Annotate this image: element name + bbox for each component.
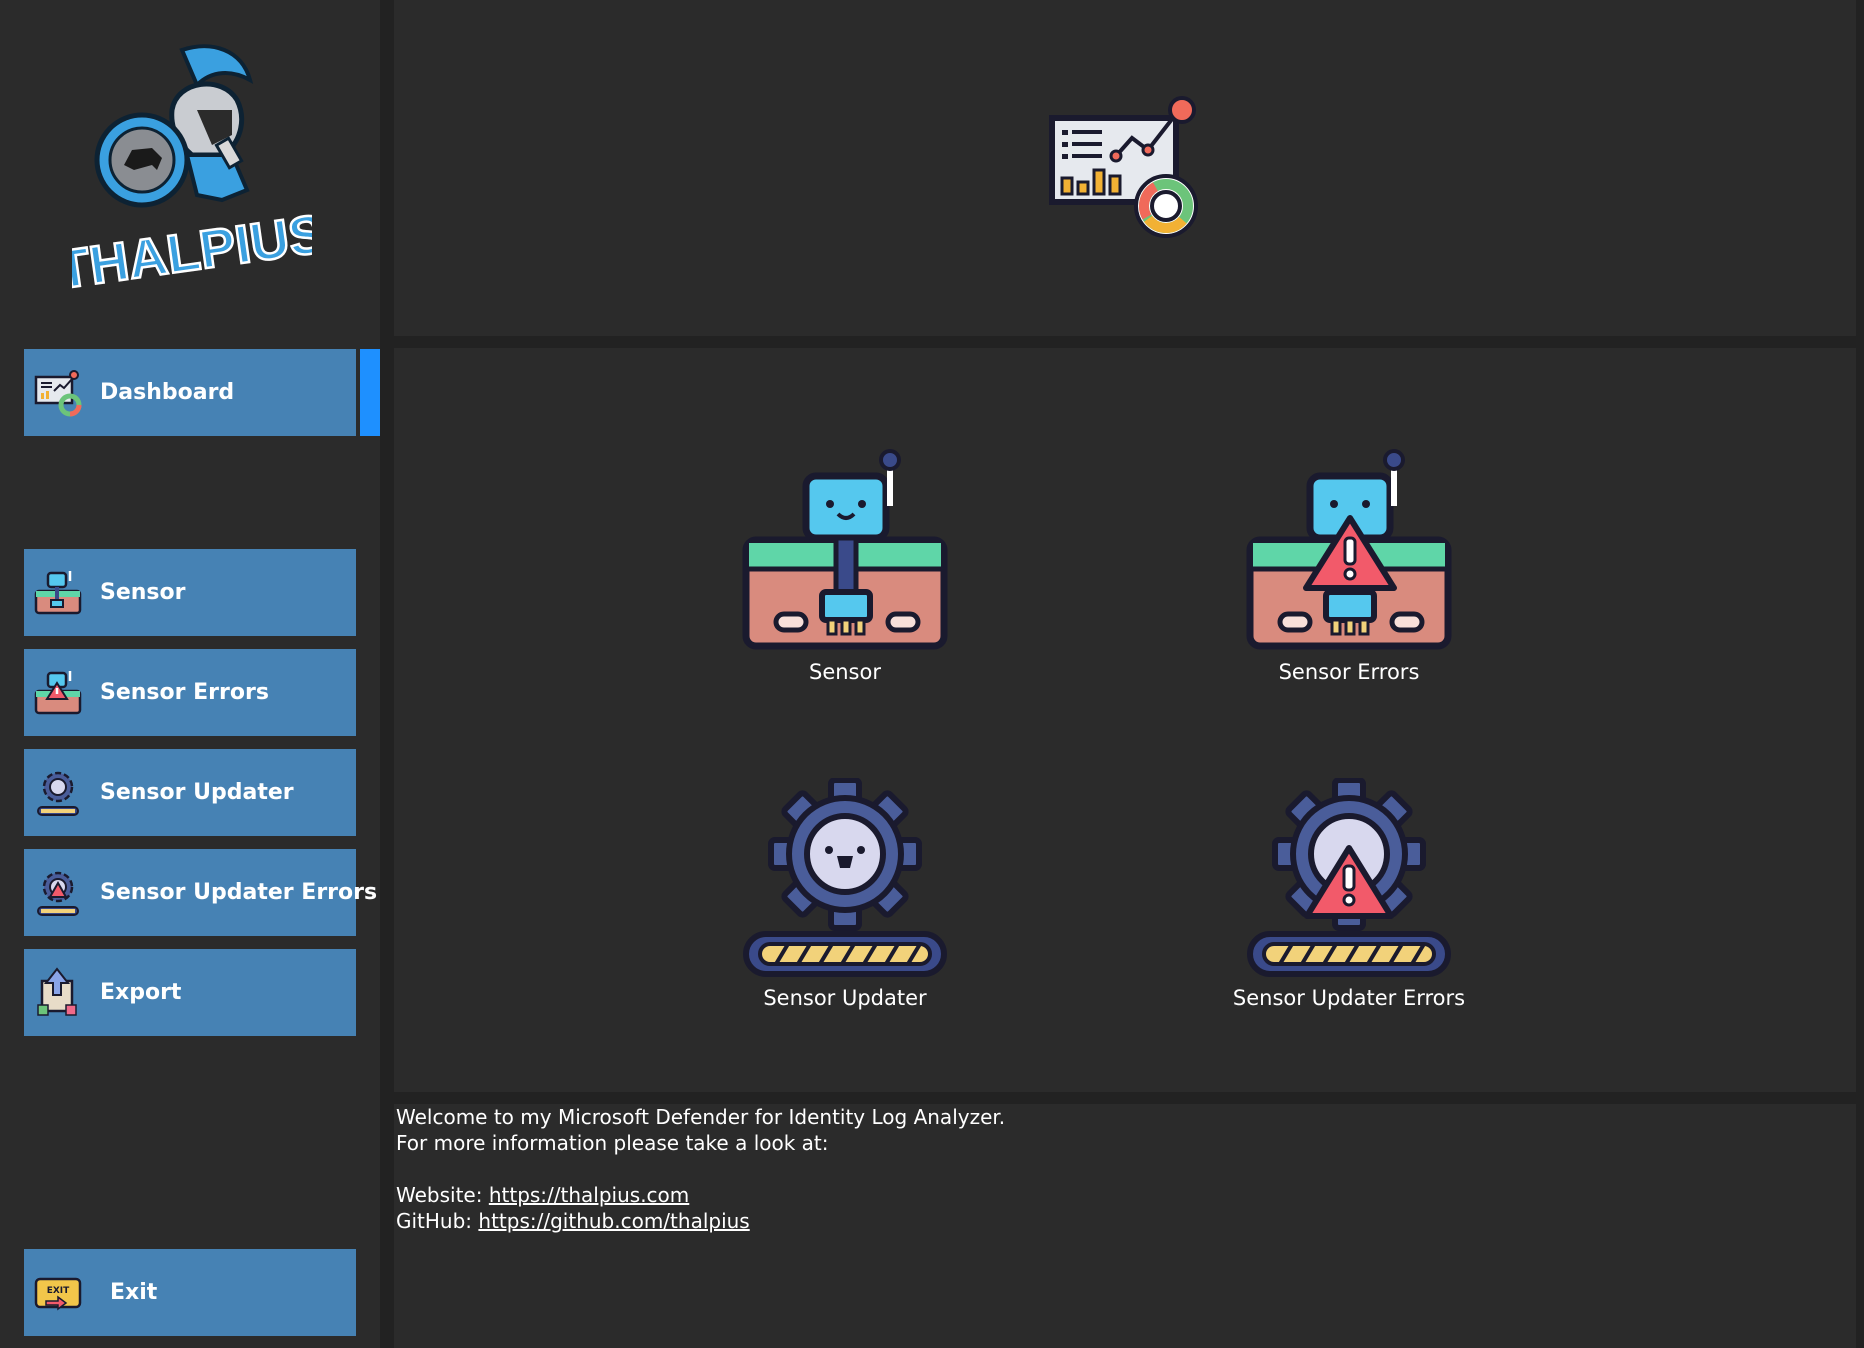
sidebar-item-label: Sensor Updater Errors [100, 880, 378, 905]
tile-sensor-updater-errors[interactable]: Sensor Updater Errors [1199, 778, 1499, 1010]
welcome-text: Welcome to my Microsoft Defender for Ide… [396, 1105, 1006, 1129]
sensor-robot-icon [742, 449, 948, 650]
gear-error-icon [37, 871, 79, 916]
analytics-dashboard-icon [1049, 96, 1198, 238]
dashboard-icon [34, 369, 82, 416]
sidebar-item-sensor-errors[interactable]: Sensor Errors [24, 649, 356, 736]
exit-button[interactable]: EXIT Exit [24, 1249, 356, 1336]
window-right-edge [1856, 0, 1864, 1348]
tile-label: Sensor Errors [1278, 660, 1420, 684]
sidebar-item-label: Sensor Updater [100, 780, 294, 805]
website-link[interactable]: https://thalpius.com [489, 1183, 689, 1207]
github-label: GitHub: [396, 1209, 479, 1233]
gear-icon [37, 771, 79, 816]
tiles-separator [394, 1092, 1864, 1104]
sidebar: THALPIUS Dashboard Sensor Sensor Errors … [0, 0, 380, 1348]
sidebar-item-sensor[interactable]: Sensor [24, 549, 356, 636]
tile-label: Sensor Updater [763, 986, 927, 1010]
active-indicator [360, 349, 380, 436]
sidebar-item-sensor-updater-errors[interactable]: Sensor Updater Errors [24, 849, 377, 936]
sensor-robot-icon [34, 570, 82, 614]
tile-sensor-errors[interactable]: Sensor Errors [1199, 446, 1499, 684]
tile-label: Sensor [809, 660, 881, 684]
github-link[interactable]: https://github.com/thalpius [478, 1209, 749, 1233]
gear-progress-error-icon [1247, 778, 1451, 977]
sensor-error-icon [34, 670, 82, 714]
thalpius-logo: THALPIUS [72, 44, 312, 302]
sidebar-item-label: Dashboard [100, 380, 235, 405]
more-info-text: For more information please take a look … [396, 1131, 829, 1155]
sidebar-item-export[interactable]: Export [24, 949, 356, 1036]
exit-label: Exit [110, 1280, 158, 1305]
exit-sign-icon: EXIT [34, 1277, 82, 1310]
tile-sensor-updater[interactable]: Sensor Updater [695, 778, 995, 1010]
tile-sensor[interactable]: Sensor [695, 446, 995, 684]
github-row: GitHub: https://github.com/thalpius [396, 1208, 1846, 1234]
tiles-panel [394, 348, 1856, 1092]
sidebar-divider [380, 0, 394, 1348]
sidebar-item-sensor-updater[interactable]: Sensor Updater [24, 749, 356, 836]
tile-label: Sensor Updater Errors [1232, 986, 1466, 1010]
info-panel: Welcome to my Microsoft Defender for Ide… [396, 1104, 1846, 1234]
svg-text:EXIT: EXIT [47, 1286, 70, 1296]
header-separator [394, 336, 1864, 348]
website-row: Website: https://thalpius.com [396, 1182, 1846, 1208]
website-label: Website: [396, 1183, 489, 1207]
sidebar-item-label: Sensor Errors [100, 680, 269, 705]
gear-progress-icon [743, 778, 947, 977]
export-icon [37, 966, 77, 1016]
sidebar-item-dashboard[interactable]: Dashboard [24, 349, 356, 436]
sidebar-item-label: Sensor [100, 580, 186, 605]
sensor-error-icon [1246, 449, 1452, 650]
sidebar-item-label: Export [100, 980, 182, 1005]
